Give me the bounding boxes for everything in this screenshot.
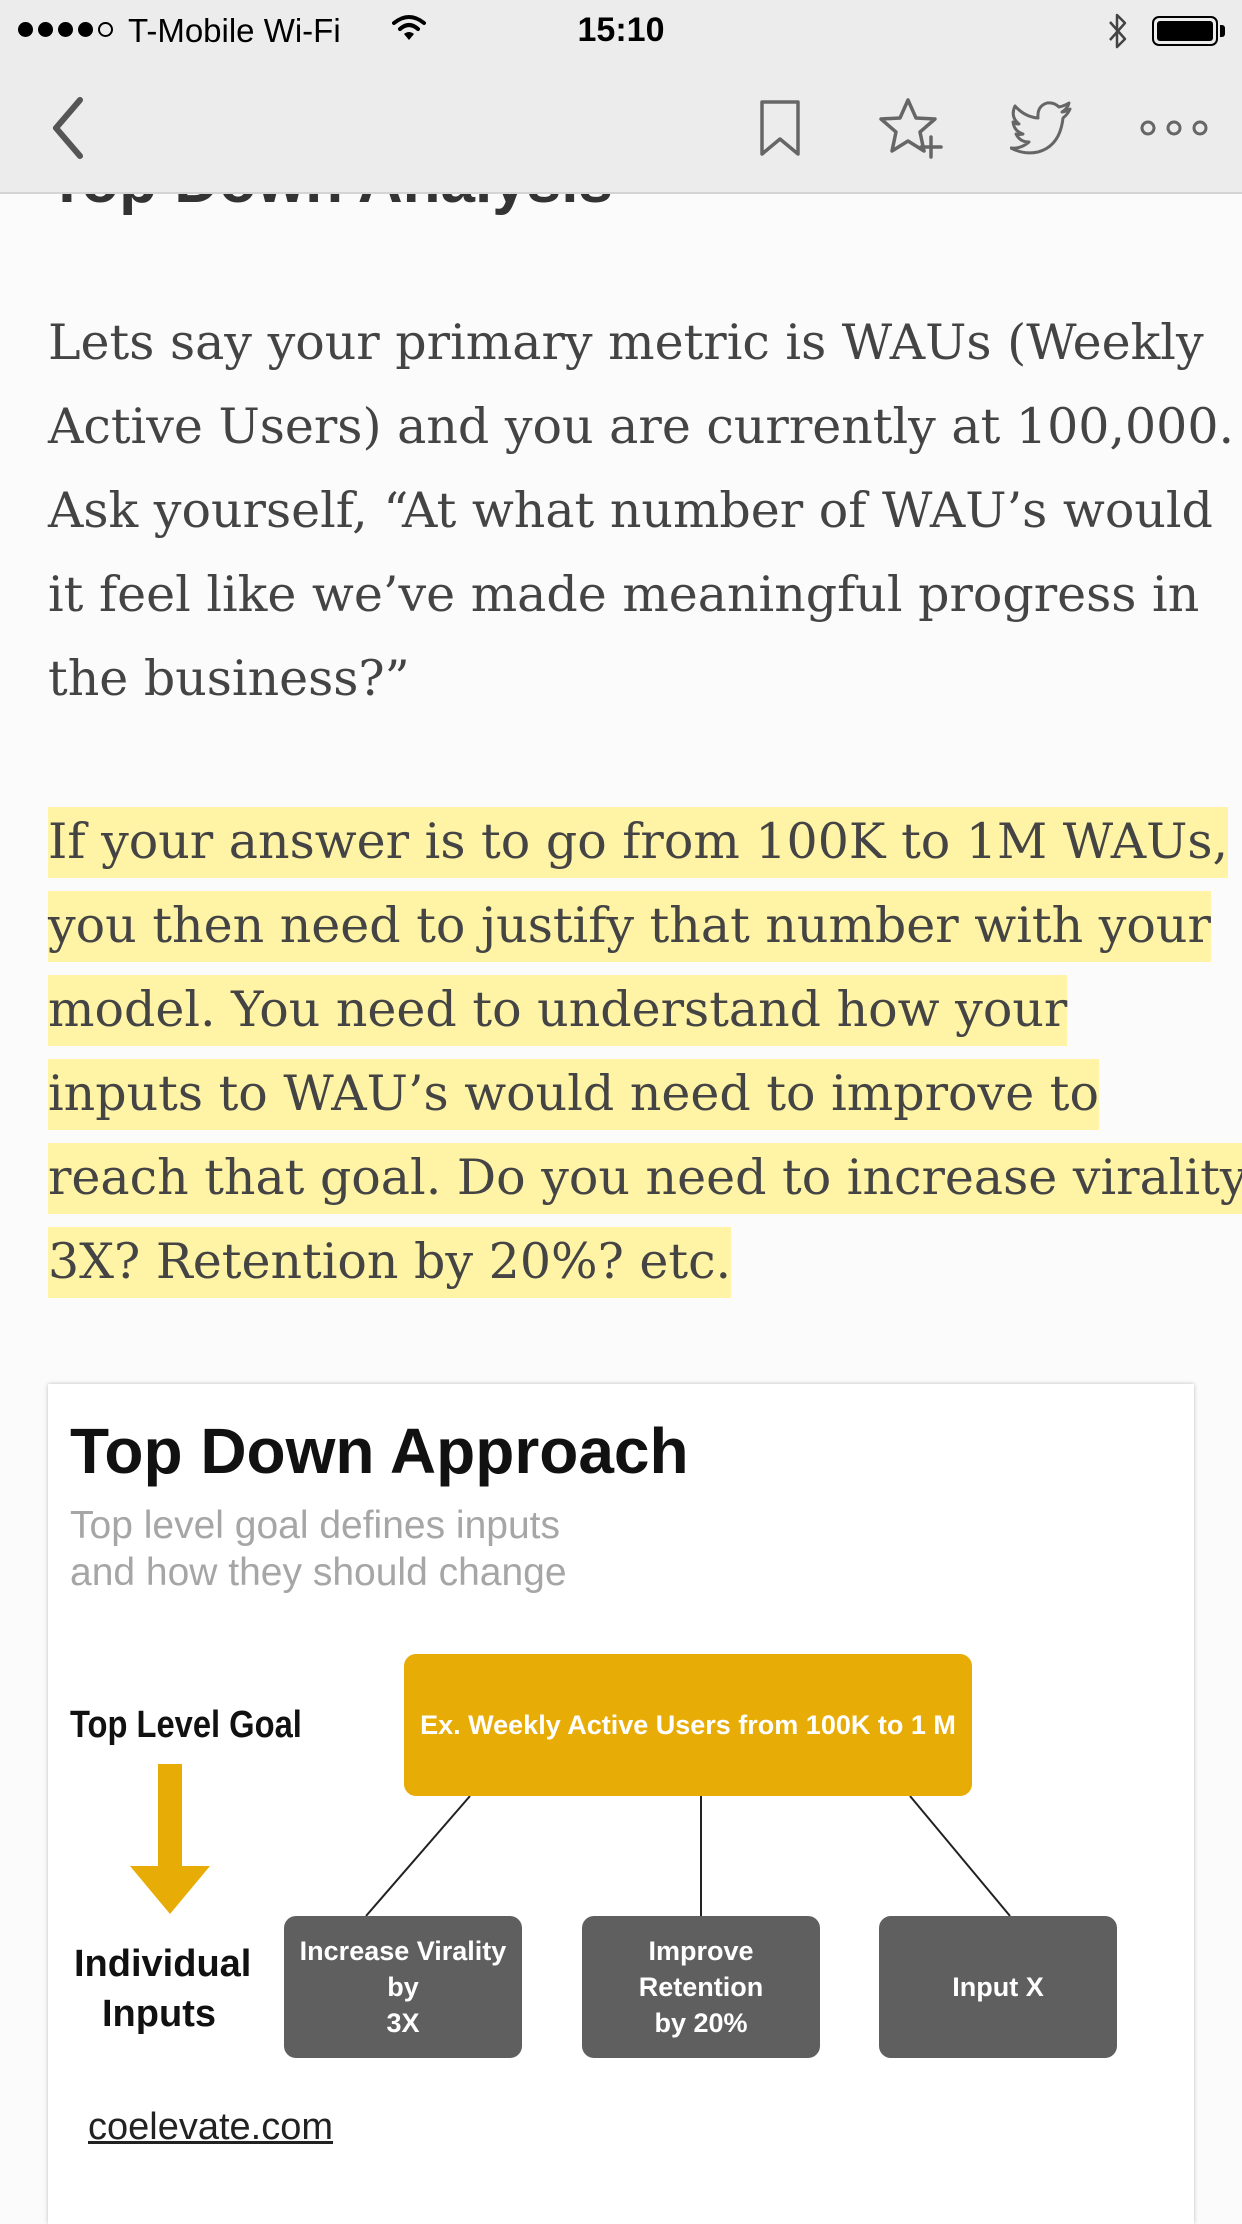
paragraph-line: Lets say your primary metric is WAUs (We… [48,314,1204,371]
twitter-share-button[interactable] [1004,90,1080,166]
paragraph-line: Ask yourself, “At what number of WAU’s w… [48,482,1213,539]
back-icon [53,97,83,159]
highlighted-line[interactable]: model. You need to understand how your [48,975,1068,1046]
highlighted-line[interactable]: 3X? Retention by 20%? etc. [48,1227,732,1298]
battery-tip [1220,25,1225,37]
input-box-text: Input X [952,1972,1044,2002]
bookmark-button[interactable] [742,90,818,166]
status-time: 15:10 [577,11,665,49]
top-level-goal-label: Top Level Goal [70,1704,302,1746]
individual-inputs-label: Individual Inputs [74,1939,252,2039]
input-box-text: Improve Retention [638,1936,764,2002]
more-options-button[interactable] [1136,90,1212,166]
favorite-button[interactable] [874,90,950,166]
input-box-text: Increase Virality by [299,1936,507,2002]
highlighted-line[interactable]: If your answer is to go from 100K to 1M … [48,807,1229,878]
article-paragraph-highlighted[interactable]: If your answer is to go from 100K to 1M … [48,800,1242,1304]
paragraph-line: it feel like we’ve made meaningful progr… [48,566,1200,623]
individual-inputs-label-line: Inputs [102,1993,216,2035]
status-bar: T-Mobile Wi-Fi 15:10 [0,0,1242,62]
input-box-text: by 20% [654,2008,748,2038]
more-icon [1140,120,1208,136]
highlighted-line[interactable]: inputs to WAU’s would need to improve to [48,1059,1099,1130]
down-arrow-icon [130,1764,210,1914]
article-paragraph-1: Lets say your primary metric is WAUs (We… [48,301,1235,721]
top-down-approach-figure[interactable]: Top Down Approach Top level goal defines… [48,1384,1194,2224]
connector-lines [365,1795,1011,1917]
highlighted-line[interactable]: you then need to justify that number wit… [48,891,1211,962]
coelevate-link[interactable]: coelevate.com [88,2106,333,2149]
input-box-virality: Increase Virality by 3X [284,1916,522,2058]
battery-icon [1152,16,1218,46]
reader-toolbar [0,62,1242,194]
goal-box: Ex. Weekly Active Users from 100K to 1 M [404,1654,972,1796]
paragraph-line: Active Users) and you are currently at 1… [48,398,1235,455]
individual-inputs-label-line: Individual [74,1943,252,1985]
twitter-icon [1010,101,1072,155]
bluetooth-icon [1106,12,1130,55]
bookmark-icon [760,100,800,156]
highlighted-line[interactable]: reach that goal. Do you need to increase… [48,1143,1242,1214]
input-box-input-x: Input X [879,1916,1117,2058]
input-box-text: 3X [386,2008,420,2038]
paragraph-line: the business?” [48,650,410,707]
input-box-retention: Improve Retention by 20% [582,1916,820,2058]
back-button[interactable] [30,90,106,166]
star-add-icon [879,98,943,159]
